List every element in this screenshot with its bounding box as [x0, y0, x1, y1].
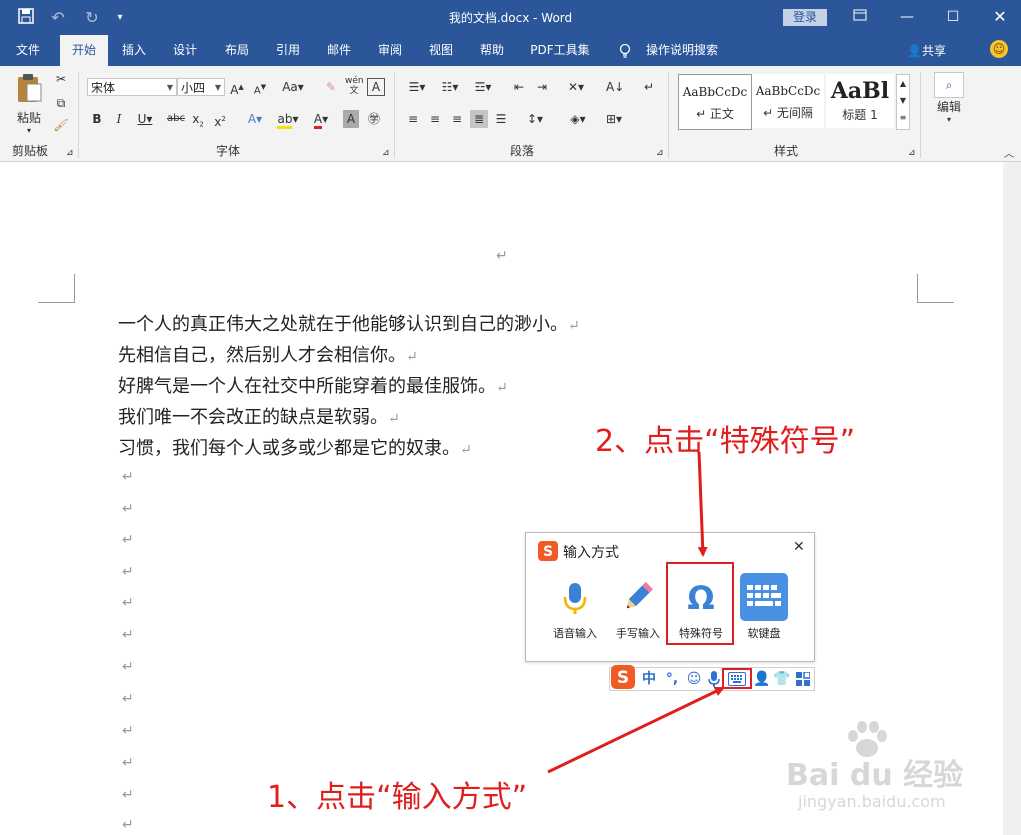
annotation-arrows — [547, 451, 725, 774]
annotation-step1: 1、点击“输入方式” — [267, 780, 528, 815]
arrow-step2 — [697, 451, 708, 557]
annotation-step2: 2、点击“特殊符号” — [595, 424, 856, 459]
arrow-step1 — [547, 686, 725, 774]
watermark-brand: Bai du 经验 — [786, 758, 964, 793]
baidu-watermark: Bai du 经验 jingyan.baidu.com — [786, 720, 1000, 825]
watermark-url: jingyan.baidu.com — [798, 792, 946, 811]
